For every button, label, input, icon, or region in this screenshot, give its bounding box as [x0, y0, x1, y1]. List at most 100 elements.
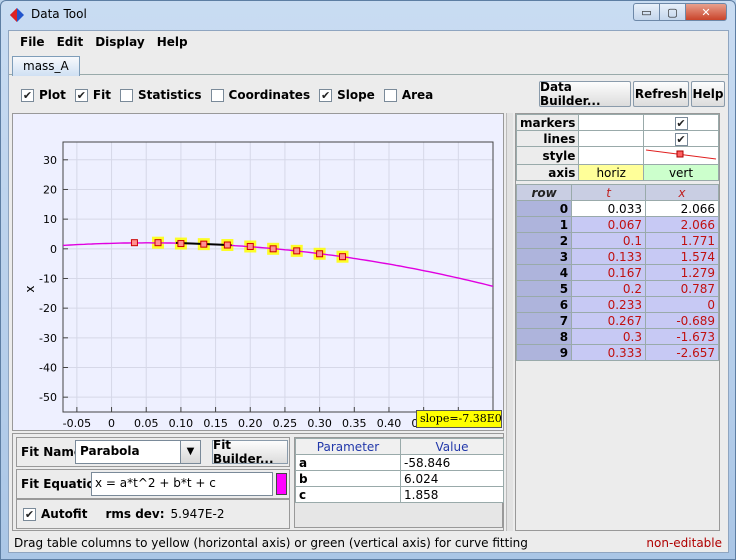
- t-cell[interactable]: 0.233: [571, 296, 646, 313]
- y-tick-label: 0: [50, 243, 57, 256]
- t-cell[interactable]: 0.167: [571, 264, 646, 281]
- col-t-header[interactable]: t: [571, 184, 646, 201]
- menu-display[interactable]: Display: [89, 35, 150, 49]
- maximize-button[interactable]: ▢: [659, 3, 685, 21]
- chevron-down-icon[interactable]: ▼: [180, 441, 200, 463]
- param-value[interactable]: 6.024: [400, 470, 504, 487]
- data-point: [269, 245, 277, 253]
- fit-name-dropdown[interactable]: Parabola ▼: [75, 440, 201, 464]
- x-cell[interactable]: 2.066: [644, 200, 720, 217]
- refresh-button[interactable]: Refresh: [633, 81, 689, 107]
- params-header: Parameter Value: [295, 438, 504, 455]
- table-row[interactable]: b 6.024: [295, 470, 504, 487]
- data-table[interactable]: row t x 0 0.033 2.066 1 0.067 2.066 2 0.1 1.771 3…: [515, 184, 720, 361]
- markers-check[interactable]: ✔: [674, 116, 688, 130]
- x-cell[interactable]: -2.657: [644, 344, 720, 361]
- tab-mass-a[interactable]: mass_A: [12, 56, 80, 76]
- axis-vert[interactable]: vert: [643, 164, 719, 181]
- col-row-header[interactable]: row: [515, 184, 573, 201]
- x-tick-label: -0.05: [63, 417, 91, 430]
- close-button[interactable]: ✕: [685, 3, 727, 21]
- table-row[interactable]: 0 0.033 2.066: [515, 200, 720, 217]
- t-cell[interactable]: 0.033: [571, 200, 646, 217]
- t-cell[interactable]: 0.1: [571, 232, 646, 249]
- y-axis-label: x: [23, 285, 37, 292]
- param-value[interactable]: -58.846: [400, 454, 504, 471]
- row-index-cell[interactable]: 3: [515, 248, 573, 265]
- row-index-cell[interactable]: 1: [515, 216, 573, 233]
- table-row[interactable]: 8 0.3 -1.673: [515, 328, 720, 345]
- row-index-cell[interactable]: 6: [515, 296, 573, 313]
- markers-row: markers ✔: [515, 114, 719, 131]
- table-row[interactable]: a -58.846: [295, 454, 504, 471]
- maximize-icon: ▢: [667, 5, 678, 19]
- t-cell[interactable]: 0.067: [571, 216, 646, 233]
- table-row[interactable]: 6 0.233 0: [515, 296, 720, 313]
- x-cell[interactable]: -0.689: [644, 312, 720, 329]
- area-checkbox[interactable]: Area: [383, 88, 433, 102]
- minimize-button[interactable]: ▭: [633, 3, 659, 21]
- param-value[interactable]: 1.858: [400, 486, 504, 503]
- t-cell[interactable]: 0.3: [571, 328, 646, 345]
- table-row[interactable]: 5 0.2 0.787: [515, 280, 720, 297]
- menu-help[interactable]: Help: [151, 35, 194, 49]
- fit-equation-row: Fit Equation: x = a*t^2 + b*t + c: [16, 469, 290, 499]
- plot-checkbox[interactable]: ✔ Plot: [21, 88, 66, 102]
- statistics-checkbox[interactable]: Statistics: [119, 88, 202, 102]
- table-row[interactable]: 1 0.067 2.066: [515, 216, 720, 233]
- row-index-cell[interactable]: 9: [515, 344, 573, 361]
- row-index-cell[interactable]: 2: [515, 232, 573, 249]
- title-bar[interactable]: Data Tool ▭ ▢ ✕: [1, 1, 735, 29]
- table-row[interactable]: 4 0.167 1.279: [515, 264, 720, 281]
- table-row[interactable]: 2 0.1 1.771: [515, 232, 720, 249]
- slope-label: Slope: [337, 88, 375, 102]
- fit-curve: [62, 242, 494, 287]
- x-tick-label: 0.10: [169, 417, 194, 430]
- table-row[interactable]: 9 0.333 -2.657: [515, 344, 720, 361]
- plot-panel[interactable]: 30 20 10 0 -10 -20 -30 -40 -50 -0.05 0 0.05 0.10 0.1…: [12, 113, 504, 444]
- y-tick-label: 20: [43, 183, 57, 196]
- table-row[interactable]: 7 0.267 -0.689: [515, 312, 720, 329]
- x-cell[interactable]: 0: [644, 296, 720, 313]
- x-cell[interactable]: 1.279: [644, 264, 720, 281]
- fit-color-swatch[interactable]: [276, 473, 287, 495]
- row-index-cell[interactable]: 0: [515, 200, 573, 217]
- x-cell[interactable]: 2.066: [644, 216, 720, 233]
- style-row: style: [515, 146, 719, 165]
- params-table[interactable]: Parameter Value a -58.846 b 6.024 c 1.85…: [295, 438, 504, 503]
- fit-checkbox[interactable]: ✔ Fit: [74, 88, 111, 102]
- t-cell[interactable]: 0.133: [571, 248, 646, 265]
- autofit-checkbox[interactable]: ✔ Autofit: [23, 507, 87, 521]
- slope-checkbox[interactable]: ✔ Slope: [319, 88, 375, 102]
- y-ticks: 30 20 10 0 -10 -20 -30 -40 -50: [39, 154, 68, 404]
- coordinates-checkbox[interactable]: Coordinates: [210, 88, 310, 102]
- client-area: File Edit Display Help mass_A ✔ Plot ✔ Fit…: [8, 30, 729, 553]
- row-index-cell[interactable]: 5: [515, 280, 573, 297]
- row-index-cell[interactable]: 7: [515, 312, 573, 329]
- lines-check[interactable]: ✔: [674, 132, 688, 146]
- row-index-cell[interactable]: 8: [515, 328, 573, 345]
- splitter-handle[interactable]: [506, 113, 513, 531]
- x-cell[interactable]: 1.771: [644, 232, 720, 249]
- table-row[interactable]: c 1.858: [295, 486, 504, 503]
- style-swatch[interactable]: [643, 146, 719, 165]
- x-cell[interactable]: -1.673: [644, 328, 720, 345]
- menu-file[interactable]: File: [14, 35, 51, 49]
- value-col-header: Value: [400, 438, 504, 455]
- t-cell[interactable]: 0.267: [571, 312, 646, 329]
- row-index-cell[interactable]: 4: [515, 264, 573, 281]
- t-cell[interactable]: 0.2: [571, 280, 646, 297]
- axis-horiz[interactable]: horiz: [578, 164, 644, 181]
- statistics-label: Statistics: [137, 88, 202, 102]
- help-button[interactable]: Help: [691, 81, 725, 107]
- col-x-header[interactable]: x: [644, 184, 720, 201]
- data-builder-button[interactable]: Data Builder...: [539, 80, 631, 108]
- menu-edit[interactable]: Edit: [51, 35, 90, 49]
- fit-equation-field[interactable]: x = a*t^2 + b*t + c: [91, 472, 273, 496]
- fit-builder-button[interactable]: Fit Builder...: [212, 438, 288, 466]
- table-row[interactable]: 3 0.133 1.574: [515, 248, 720, 265]
- t-cell[interactable]: 0.333: [571, 344, 646, 361]
- x-cell[interactable]: 1.574: [644, 248, 720, 265]
- chart[interactable]: 30 20 10 0 -10 -20 -30 -40 -50 -0.05 0 0.05 0.10 0.1…: [13, 114, 503, 444]
- x-cell[interactable]: 0.787: [644, 280, 720, 297]
